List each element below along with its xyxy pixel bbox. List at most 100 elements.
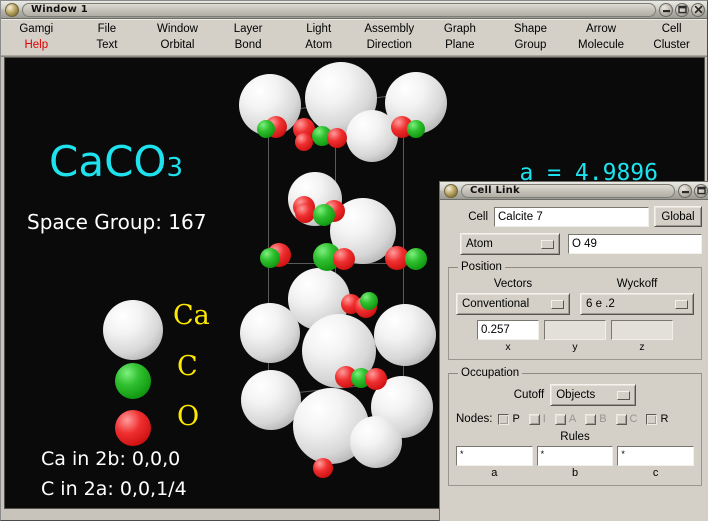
node-checkbox-i[interactable]: I bbox=[528, 413, 546, 425]
minimize-button[interactable] bbox=[659, 2, 673, 17]
menu-item-cell[interactable]: Cell bbox=[636, 21, 707, 37]
cutoff-label: Cutoff bbox=[513, 389, 545, 401]
position-group: Position Vectors Wyckoff Conventional 6 … bbox=[448, 261, 702, 360]
window-title: Window 1 bbox=[31, 4, 88, 15]
node-checkbox-a[interactable]: A bbox=[554, 413, 576, 425]
atom-sphere-ca bbox=[241, 370, 301, 430]
node-label-i: I bbox=[542, 413, 546, 425]
rules-row: * a * b * c bbox=[456, 446, 695, 479]
dialog-minimize-button[interactable] bbox=[678, 183, 692, 198]
menu-item-atom[interactable]: Atom bbox=[283, 37, 354, 53]
position-line-ca: Ca in 2b: 0,0,0 bbox=[41, 448, 181, 470]
node-label-c: C bbox=[629, 413, 638, 425]
occupation-group: Occupation Cutoff Objects Nodes: P I A B… bbox=[448, 367, 702, 486]
legend-label-c: C bbox=[177, 351, 198, 382]
rule-c-input[interactable]: * bbox=[617, 446, 695, 466]
node-label-b: B bbox=[599, 413, 607, 425]
checkbox-icon[interactable] bbox=[615, 413, 627, 425]
menu-item-text[interactable]: Text bbox=[72, 37, 143, 53]
wyckoff-select[interactable]: 6 e .2 bbox=[580, 293, 694, 315]
checkbox-icon[interactable] bbox=[646, 413, 658, 425]
rules-header: Rules bbox=[560, 431, 590, 443]
vectors-select[interactable]: Conventional bbox=[456, 293, 570, 315]
cell-row: Cell Calcite 7 Global bbox=[448, 206, 702, 227]
dialog-menu-orb-icon[interactable] bbox=[444, 183, 458, 198]
atom-sphere-ca bbox=[346, 110, 398, 162]
object-type-value: Atom bbox=[466, 238, 493, 250]
rule-b-input[interactable]: * bbox=[536, 446, 614, 466]
global-button[interactable]: Global bbox=[654, 206, 702, 227]
object-name-input[interactable]: O 49 bbox=[568, 234, 702, 254]
legend-sphere-ca bbox=[103, 300, 163, 360]
menu-row-2: Help Text Orbital Bond Atom Direction Pl… bbox=[1, 37, 707, 53]
menu-item-plane[interactable]: Plane bbox=[425, 37, 496, 53]
atom-sphere-c bbox=[257, 120, 275, 138]
app-menu-orb-icon[interactable] bbox=[5, 2, 19, 17]
menu-item-window[interactable]: Window bbox=[142, 21, 213, 37]
menu-item-gamgi[interactable]: Gamgi bbox=[1, 21, 72, 37]
rule-a-input[interactable]: * bbox=[456, 446, 533, 466]
formula-subscript: 3 bbox=[166, 153, 183, 183]
cutoff-value: Objects bbox=[556, 389, 596, 401]
vectors-value: Conventional bbox=[462, 298, 530, 310]
coordinate-y: y bbox=[544, 320, 606, 353]
x-input[interactable]: 0.257 bbox=[477, 320, 539, 340]
atom-sphere-o bbox=[295, 203, 315, 223]
position-legend: Position bbox=[461, 261, 502, 273]
space-group-label: Space Group: 167 bbox=[27, 210, 207, 234]
checkbox-icon[interactable] bbox=[498, 413, 510, 425]
rule-c: * c bbox=[617, 446, 695, 479]
z-input[interactable] bbox=[611, 320, 673, 340]
menu-item-group[interactable]: Group bbox=[495, 37, 566, 53]
legend-sphere-o bbox=[115, 410, 151, 446]
dialog-title-bar[interactable]: Cell Link bbox=[440, 182, 708, 200]
wyckoff-value: 6 e .2 bbox=[586, 298, 615, 310]
menu-item-help[interactable]: Help bbox=[1, 37, 72, 53]
menu-item-molecule[interactable]: Molecule bbox=[566, 37, 637, 53]
rule-c-caption: c bbox=[652, 467, 659, 479]
checkbox-icon[interactable] bbox=[554, 413, 566, 425]
main-title-bar[interactable]: Window 1 bbox=[1, 1, 707, 19]
menu-item-shape[interactable]: Shape bbox=[495, 21, 566, 37]
y-input[interactable] bbox=[544, 320, 606, 340]
menu-item-graph[interactable]: Graph bbox=[425, 21, 496, 37]
legend-label-o: O bbox=[177, 401, 200, 432]
menu-item-bond[interactable]: Bond bbox=[213, 37, 284, 53]
y-caption: y bbox=[572, 341, 578, 353]
node-checkbox-b[interactable]: B bbox=[585, 413, 607, 425]
cutoff-select[interactable]: Objects bbox=[550, 384, 637, 406]
coordinate-x: 0.257 x bbox=[477, 320, 539, 353]
atom-sphere-c bbox=[405, 248, 427, 270]
atom-sphere-o bbox=[295, 133, 313, 151]
z-caption: z bbox=[639, 341, 645, 353]
legend-sphere-c bbox=[115, 363, 151, 399]
menu-item-layer[interactable]: Layer bbox=[213, 21, 284, 37]
menu-row-1: Gamgi File Window Layer Light Assembly G… bbox=[1, 21, 707, 37]
menu-item-file[interactable]: File bbox=[72, 21, 143, 37]
node-label-p: P bbox=[512, 413, 520, 425]
atom-sphere-o bbox=[313, 458, 333, 478]
coordinate-row: 0.257 x y z bbox=[456, 320, 694, 353]
menu-item-cluster[interactable]: Cluster bbox=[636, 37, 707, 53]
checkbox-icon[interactable] bbox=[528, 413, 540, 425]
menu-item-direction[interactable]: Direction bbox=[354, 37, 425, 53]
node-checkbox-p[interactable]: P bbox=[498, 413, 520, 425]
node-checkbox-r[interactable]: R bbox=[646, 413, 668, 425]
dialog-maximize-button[interactable] bbox=[694, 183, 708, 198]
menu-item-orbital[interactable]: Orbital bbox=[142, 37, 213, 53]
dialog-title: Cell Link bbox=[470, 185, 520, 196]
object-type-select[interactable]: Atom bbox=[460, 233, 560, 255]
menu-item-arrow[interactable]: Arrow bbox=[566, 21, 637, 37]
maximize-button[interactable] bbox=[675, 2, 689, 17]
cell-name-input[interactable]: Calcite 7 bbox=[494, 206, 649, 227]
chevron-down-icon bbox=[551, 299, 564, 309]
atom-sphere-c bbox=[313, 204, 335, 226]
close-button[interactable] bbox=[691, 2, 705, 17]
occupation-legend: Occupation bbox=[461, 367, 520, 379]
menu-item-assembly[interactable]: Assembly bbox=[354, 21, 425, 37]
node-checkbox-c[interactable]: C bbox=[615, 413, 638, 425]
formula-main: CaCO bbox=[49, 137, 167, 186]
window-controls bbox=[659, 2, 705, 17]
checkbox-icon[interactable] bbox=[585, 413, 597, 425]
menu-item-light[interactable]: Light bbox=[283, 21, 354, 37]
